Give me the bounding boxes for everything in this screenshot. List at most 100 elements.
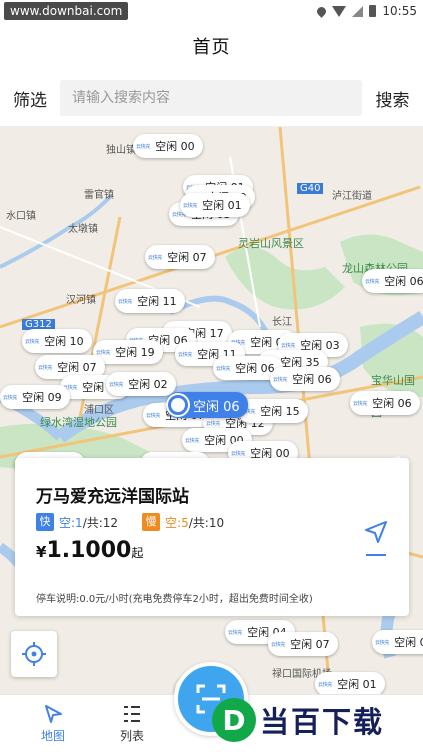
logo-text: 当百下载: [260, 705, 385, 739]
charging-station-marker[interactable]: 云快充空闲 07: [268, 632, 338, 656]
charging-station-marker[interactable]: 云快充 空闲 02: [106, 372, 176, 396]
marker-count: 空闲 11: [137, 295, 177, 308]
charging-station-marker[interactable]: 云快充空闲 06: [350, 391, 420, 415]
place-label: 雷官镇: [84, 190, 114, 201]
marker-count: 空闲 06: [292, 373, 332, 386]
charging-station-marker[interactable]: 云快充 空闲 10: [22, 329, 92, 353]
marker-brand: 云快充: [178, 351, 193, 358]
road-label: G40: [297, 183, 324, 194]
place-label: 水口镇: [6, 211, 36, 222]
filter-button[interactable]: 筛选: [0, 86, 60, 111]
search-bar: 筛选 搜索: [0, 70, 423, 127]
tab-map-label: 地图: [40, 729, 65, 743]
place-label: 汉河镇: [66, 295, 96, 306]
charging-station-marker[interactable]: 云快充 空闲 15: [238, 399, 308, 423]
marker-brand: 云快充: [273, 376, 288, 383]
station-card[interactable]: 万马爱充远洋国际站 快 空:1 /共:12 慢 空:5 /共:10 ¥1.100…: [15, 458, 409, 616]
parking-note: 停车说明:0.0元/小时(充电免费停车2小时，超出免费时间全收): [36, 594, 313, 605]
charging-station-marker[interactable]: 云快充空闲 01: [180, 193, 250, 217]
marker-count: 空闲 06: [235, 362, 275, 375]
marker-count: 空闲 15: [260, 405, 300, 418]
charging-station-marker[interactable]: 云快充空闲 00: [372, 630, 423, 654]
slow-charge-tag: 慢: [142, 513, 161, 531]
status-icons: 10:55: [315, 4, 417, 18]
signal-icon: [352, 5, 364, 17]
tab-map[interactable]: 地图: [31, 701, 75, 744]
navigate-arrow-icon: [365, 521, 387, 543]
charging-station-marker[interactable]: 云快充 空闲 11: [115, 289, 185, 313]
selected-marker-dot-icon: [166, 393, 190, 417]
marker-count: 空闲 07: [57, 361, 97, 374]
marker-brand: 云快充: [281, 342, 296, 349]
marker-count: 空闲 19: [115, 346, 155, 359]
clock: 10:55: [382, 4, 417, 18]
wifi-icon: [332, 5, 347, 17]
app-screen: www.downbai.com 10:55 首页 筛选 搜索: [0, 0, 423, 752]
tab-list-label: 列表: [119, 729, 144, 743]
marker-count: 空闲 00: [155, 140, 195, 153]
marker-brand: 云快充: [25, 338, 40, 345]
download-site-logo: D 当百下载: [212, 698, 384, 742]
tab-list[interactable]: 列表: [110, 701, 154, 744]
marker-brand: 云快充: [3, 394, 18, 401]
marker-count: 空闲 09: [22, 391, 62, 404]
logo-mark: D: [212, 698, 256, 742]
fast-free-count: 空:1: [59, 515, 83, 530]
place-label: 独山镇: [106, 145, 136, 156]
price-value: 1.1000: [46, 538, 132, 563]
price: ¥1.1000起: [36, 538, 143, 563]
price-unit: 起: [131, 546, 144, 560]
marker-count: 空闲 07: [290, 638, 330, 651]
crosshair-icon: [22, 642, 46, 666]
marker-count: 空闲 10: [44, 335, 84, 348]
marker-brand: 云快充: [216, 365, 231, 372]
locate-button[interactable]: [11, 631, 57, 677]
watermark: www.downbai.com: [4, 2, 129, 20]
station-name: 万马爱充远洋国际站: [36, 487, 189, 507]
marker-brand: 云快充: [271, 641, 286, 648]
battery-icon: [369, 5, 377, 17]
marker-brand: 云快充: [109, 381, 124, 388]
navigate-button[interactable]: [362, 520, 390, 560]
marker-brand: 云快充: [228, 629, 243, 636]
location-icon: [315, 4, 329, 18]
search-button[interactable]: 搜索: [362, 86, 423, 111]
selected-station-marker[interactable]: 空闲 06: [166, 392, 248, 418]
marker-brand: 云快充: [183, 202, 198, 209]
place-label: 灵岩山风景区: [238, 237, 304, 250]
marker-brand: 云快充: [365, 278, 380, 285]
marker-brand: 云快充: [146, 412, 161, 419]
marker-brand: 云快充: [185, 437, 200, 444]
fast-total-count: /共:12: [82, 515, 119, 530]
place-label: 绿水湾湿地公园: [40, 416, 117, 429]
marker-count: 空闲 06: [384, 275, 423, 288]
charging-station-marker[interactable]: 云快充空闲 06: [362, 269, 423, 293]
marker-brand: 云快充: [38, 364, 53, 371]
charging-station-marker[interactable]: 云快充 空闲 09: [0, 385, 70, 409]
charging-station-marker[interactable]: 云快充空闲 07: [145, 245, 215, 269]
slow-total-count: /共:10: [188, 515, 225, 530]
status-bar: www.downbai.com 10:55: [0, 0, 423, 22]
title-bar: 首页: [0, 22, 423, 70]
charging-station-marker[interactable]: 云快充空闲 00: [133, 134, 203, 158]
marker-count: 空闲 07: [167, 251, 207, 264]
place-label: 太墩镇: [68, 224, 98, 235]
marker-count: 空闲 01: [202, 199, 242, 212]
marker-brand: 云快充: [206, 420, 221, 427]
search-input[interactable]: [60, 80, 362, 116]
fast-charge-tag: 快: [36, 513, 54, 531]
marker-brand: 云快充: [231, 450, 246, 457]
place-label: 长江: [272, 317, 292, 328]
selected-marker-count: 空闲 06: [193, 399, 240, 415]
marker-brand: 云快充: [148, 254, 163, 261]
page-title: 首页: [192, 37, 231, 58]
marker-count: 空闲 06: [372, 397, 412, 410]
marker-brand: 云快充: [318, 681, 333, 688]
marker-brand: 云快充: [118, 298, 133, 305]
map-nav-icon: [42, 701, 64, 727]
marker-count: 空闲 01: [337, 678, 377, 691]
marker-brand: 云快充: [136, 143, 151, 150]
charging-station-marker[interactable]: 云快充空闲 01: [315, 672, 385, 694]
charging-station-marker[interactable]: 云快充空闲 06: [270, 367, 340, 391]
place-label: 泸江街道: [332, 191, 372, 202]
